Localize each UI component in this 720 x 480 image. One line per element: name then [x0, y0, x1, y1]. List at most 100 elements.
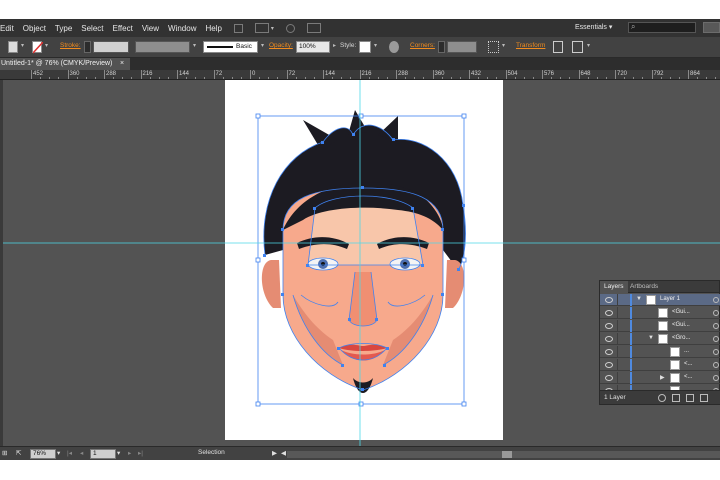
- visibility-eye-icon[interactable]: [605, 336, 613, 342]
- isolate-icon[interactable]: [553, 41, 563, 53]
- share-icon[interactable]: ⇱: [16, 449, 21, 457]
- arrange-documents-icon[interactable]: [254, 23, 269, 33]
- horizontal-ruler[interactable]: 452 360 288 216 144 72 0 72 144 216 288 360 432 504 57…: [0, 70, 720, 80]
- corners-stepper[interactable]: [438, 41, 445, 53]
- artboard-nav-icon[interactable]: ⊞: [2, 449, 7, 457]
- ruler-label: 576: [544, 71, 555, 77]
- tab-document[interactable]: Untitled-1* @ 76% (CMYK/Preview) ×: [0, 58, 130, 70]
- make-clipping-mask-icon[interactable]: [672, 394, 680, 402]
- bridge-icon[interactable]: [233, 23, 243, 33]
- disclosure-closed-icon[interactable]: ▶: [660, 374, 665, 381]
- visibility-eye-icon[interactable]: [605, 375, 613, 381]
- horizontal-scrollbar[interactable]: [287, 451, 720, 458]
- menu-help[interactable]: Help: [205, 24, 221, 33]
- menu-type[interactable]: Type: [55, 24, 72, 33]
- artboard-number-field[interactable]: 1: [90, 449, 116, 459]
- visibility-eye-icon[interactable]: [605, 349, 613, 355]
- menu-edit[interactable]: Edit: [0, 24, 14, 33]
- target-icon[interactable]: [713, 310, 719, 316]
- visibility-eye-icon[interactable]: [605, 362, 613, 368]
- chevron-down-icon[interactable]: ▾: [193, 42, 196, 49]
- stroke-stepper[interactable]: [84, 41, 91, 53]
- last-artboard-button[interactable]: ▸|: [138, 449, 143, 457]
- gpu-icon[interactable]: [285, 23, 295, 33]
- visibility-eye-icon[interactable]: [605, 310, 613, 316]
- visibility-eye-icon[interactable]: [605, 297, 613, 303]
- scrollbar-thumb[interactable]: [502, 451, 512, 458]
- menu-view[interactable]: View: [142, 24, 159, 33]
- target-icon[interactable]: [713, 362, 719, 368]
- chevron-down-icon[interactable]: ▾: [117, 449, 120, 457]
- opacity-field[interactable]: 100%: [296, 41, 330, 53]
- graphic-style-swatch[interactable]: [359, 41, 371, 53]
- chevron-down-icon[interactable]: ▾: [502, 42, 505, 49]
- variable-width-profile[interactable]: [135, 41, 190, 53]
- menu-window[interactable]: Window: [168, 24, 196, 33]
- control-panel-menu-icon[interactable]: [572, 41, 583, 53]
- scroll-left-button[interactable]: ◀: [281, 449, 286, 457]
- new-layer-icon[interactable]: [700, 394, 708, 402]
- layer-row[interactable]: <Gui...: [600, 307, 720, 319]
- lock-toggle[interactable]: [617, 333, 618, 345]
- layer-row[interactable]: <...: [600, 359, 720, 371]
- stroke-swatch[interactable]: [32, 41, 44, 54]
- first-artboard-button[interactable]: |◂: [67, 449, 72, 457]
- transform-label[interactable]: Transform: [516, 42, 545, 49]
- ruler-label: 648: [580, 71, 591, 77]
- recolor-artwork-icon[interactable]: [389, 41, 399, 53]
- chevron-down-icon[interactable]: ▾: [57, 449, 60, 457]
- chevron-down-icon[interactable]: ▾: [374, 42, 377, 49]
- help-search-input[interactable]: ⌕: [628, 22, 696, 33]
- lock-toggle[interactable]: [617, 372, 618, 384]
- chevron-down-icon[interactable]: ▾: [21, 42, 24, 49]
- style-label: Style:: [340, 42, 357, 49]
- minimize-button[interactable]: [703, 22, 720, 33]
- target-icon[interactable]: [713, 375, 719, 381]
- close-icon[interactable]: ×: [120, 58, 124, 70]
- disclosure-open-icon[interactable]: ▼: [636, 296, 642, 302]
- chevron-right-icon[interactable]: ▸: [333, 42, 336, 49]
- lock-toggle[interactable]: [617, 346, 618, 358]
- corners-field[interactable]: [447, 41, 477, 53]
- target-icon[interactable]: [713, 323, 719, 329]
- fill-swatch[interactable]: [8, 41, 18, 53]
- lock-toggle[interactable]: [617, 307, 618, 319]
- lock-toggle[interactable]: [617, 359, 618, 371]
- tab-layers[interactable]: Layers: [600, 281, 628, 293]
- target-icon[interactable]: [713, 336, 719, 342]
- lock-toggle[interactable]: [617, 294, 618, 306]
- status-menu-button[interactable]: ▶: [272, 449, 277, 457]
- chevron-down-icon[interactable]: ▾: [271, 25, 274, 32]
- visibility-eye-icon[interactable]: [605, 323, 613, 329]
- previous-artboard-button[interactable]: ◂: [80, 449, 83, 457]
- layer-row[interactable]: ...: [600, 346, 720, 358]
- tab-artboards[interactable]: Artboards: [626, 281, 662, 293]
- disclosure-open-icon[interactable]: ▼: [648, 335, 654, 341]
- chevron-down-icon[interactable]: ▾: [45, 42, 48, 49]
- corners-label[interactable]: Corners:: [410, 42, 435, 49]
- new-sublayer-icon[interactable]: [686, 394, 694, 402]
- opacity-label[interactable]: Opacity:: [269, 42, 293, 49]
- brush-definition[interactable]: Basic: [203, 41, 258, 53]
- layer-row[interactable]: ▼ Layer 1: [600, 294, 720, 306]
- locate-object-icon[interactable]: [658, 394, 666, 402]
- target-icon[interactable]: [713, 349, 719, 355]
- share-icon[interactable]: [306, 23, 321, 33]
- stroke-label[interactable]: Stroke:: [60, 42, 81, 49]
- chevron-down-icon[interactable]: ▾: [261, 42, 264, 49]
- layer-row[interactable]: <Gui...: [600, 320, 720, 332]
- lock-toggle[interactable]: [617, 320, 618, 332]
- menu-effect[interactable]: Effect: [113, 24, 133, 33]
- workspace-switcher[interactable]: Essentials ▾: [575, 23, 612, 31]
- stroke-weight-field[interactable]: [93, 41, 129, 53]
- target-icon[interactable]: [713, 297, 719, 303]
- ruler-label: 288: [398, 71, 409, 77]
- next-artboard-button[interactable]: ▸: [128, 449, 131, 457]
- chevron-down-icon[interactable]: ▾: [587, 42, 590, 49]
- align-icon[interactable]: [488, 41, 499, 53]
- layer-row[interactable]: ▶ <...: [600, 372, 720, 384]
- layer-row[interactable]: ▼ <Gro...: [600, 333, 720, 345]
- menu-select[interactable]: Select: [81, 24, 103, 33]
- menu-object[interactable]: Object: [23, 24, 46, 33]
- zoom-select[interactable]: 76%: [30, 449, 56, 459]
